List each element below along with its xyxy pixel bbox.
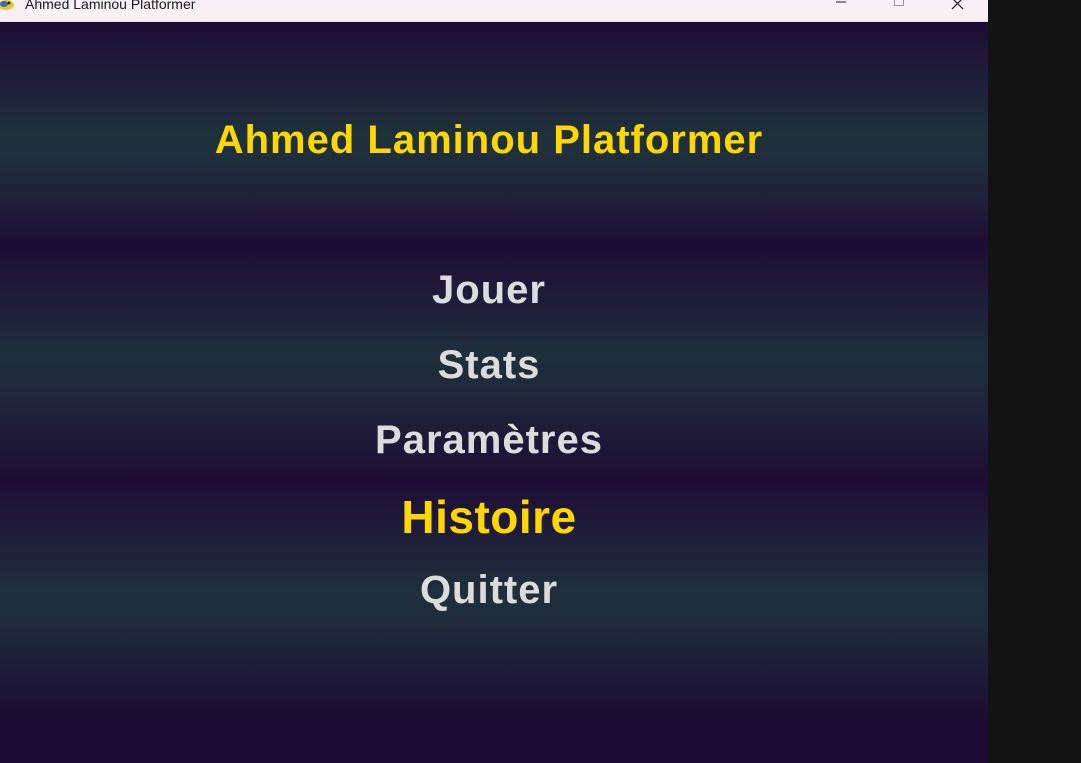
close-button[interactable] [928,0,986,21]
menu-item-jouer[interactable]: Jouer [0,267,978,313]
game-canvas: Ahmed Laminou Platformer Jouer Stats Par… [0,22,988,763]
menu-item-parametres[interactable]: Paramètres [0,417,978,463]
pygame-snake-icon [0,0,16,12]
game-title: Ahmed Laminou Platformer [214,118,764,162]
minimize-button[interactable] [812,0,870,21]
window-titlebar[interactable]: Ahmed Laminou Platformer [0,0,988,22]
close-icon [951,0,964,10]
game-window: Ahmed Laminou Platformer Ahmed Laminou P… [0,0,988,763]
window-title: Ahmed Laminou Platformer [25,0,196,12]
desktop-background [988,0,1081,763]
maximize-button[interactable] [870,0,928,21]
menu-item-histoire[interactable]: Histoire [0,494,978,540]
maximize-icon [894,0,904,6]
minimize-icon [836,1,846,3]
menu-item-quitter[interactable]: Quitter [0,567,978,613]
menu-item-stats[interactable]: Stats [0,342,978,388]
